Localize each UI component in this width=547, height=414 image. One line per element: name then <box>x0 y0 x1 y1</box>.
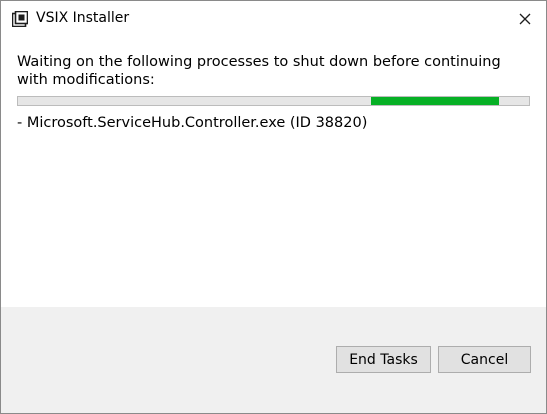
title-bar[interactable]: VSIX Installer <box>1 1 546 38</box>
close-button[interactable] <box>509 5 541 33</box>
cancel-button[interactable]: Cancel <box>438 346 531 373</box>
status-message: Waiting on the following processes to sh… <box>17 54 501 88</box>
content-area: Waiting on the following processes to sh… <box>1 38 546 307</box>
progress-bar-fill <box>371 97 499 105</box>
button-footer: End Tasks Cancel <box>1 307 546 413</box>
vsix-installer-icon <box>11 10 29 28</box>
process-list-item: - Microsoft.ServiceHub.Controller.exe (I… <box>17 115 368 131</box>
end-tasks-button[interactable]: End Tasks <box>336 346 431 373</box>
progress-bar <box>17 96 530 106</box>
installer-window: VSIX Installer Waiting on the following … <box>0 0 547 414</box>
close-icon <box>519 10 531 29</box>
window-title: VSIX Installer <box>36 10 130 26</box>
